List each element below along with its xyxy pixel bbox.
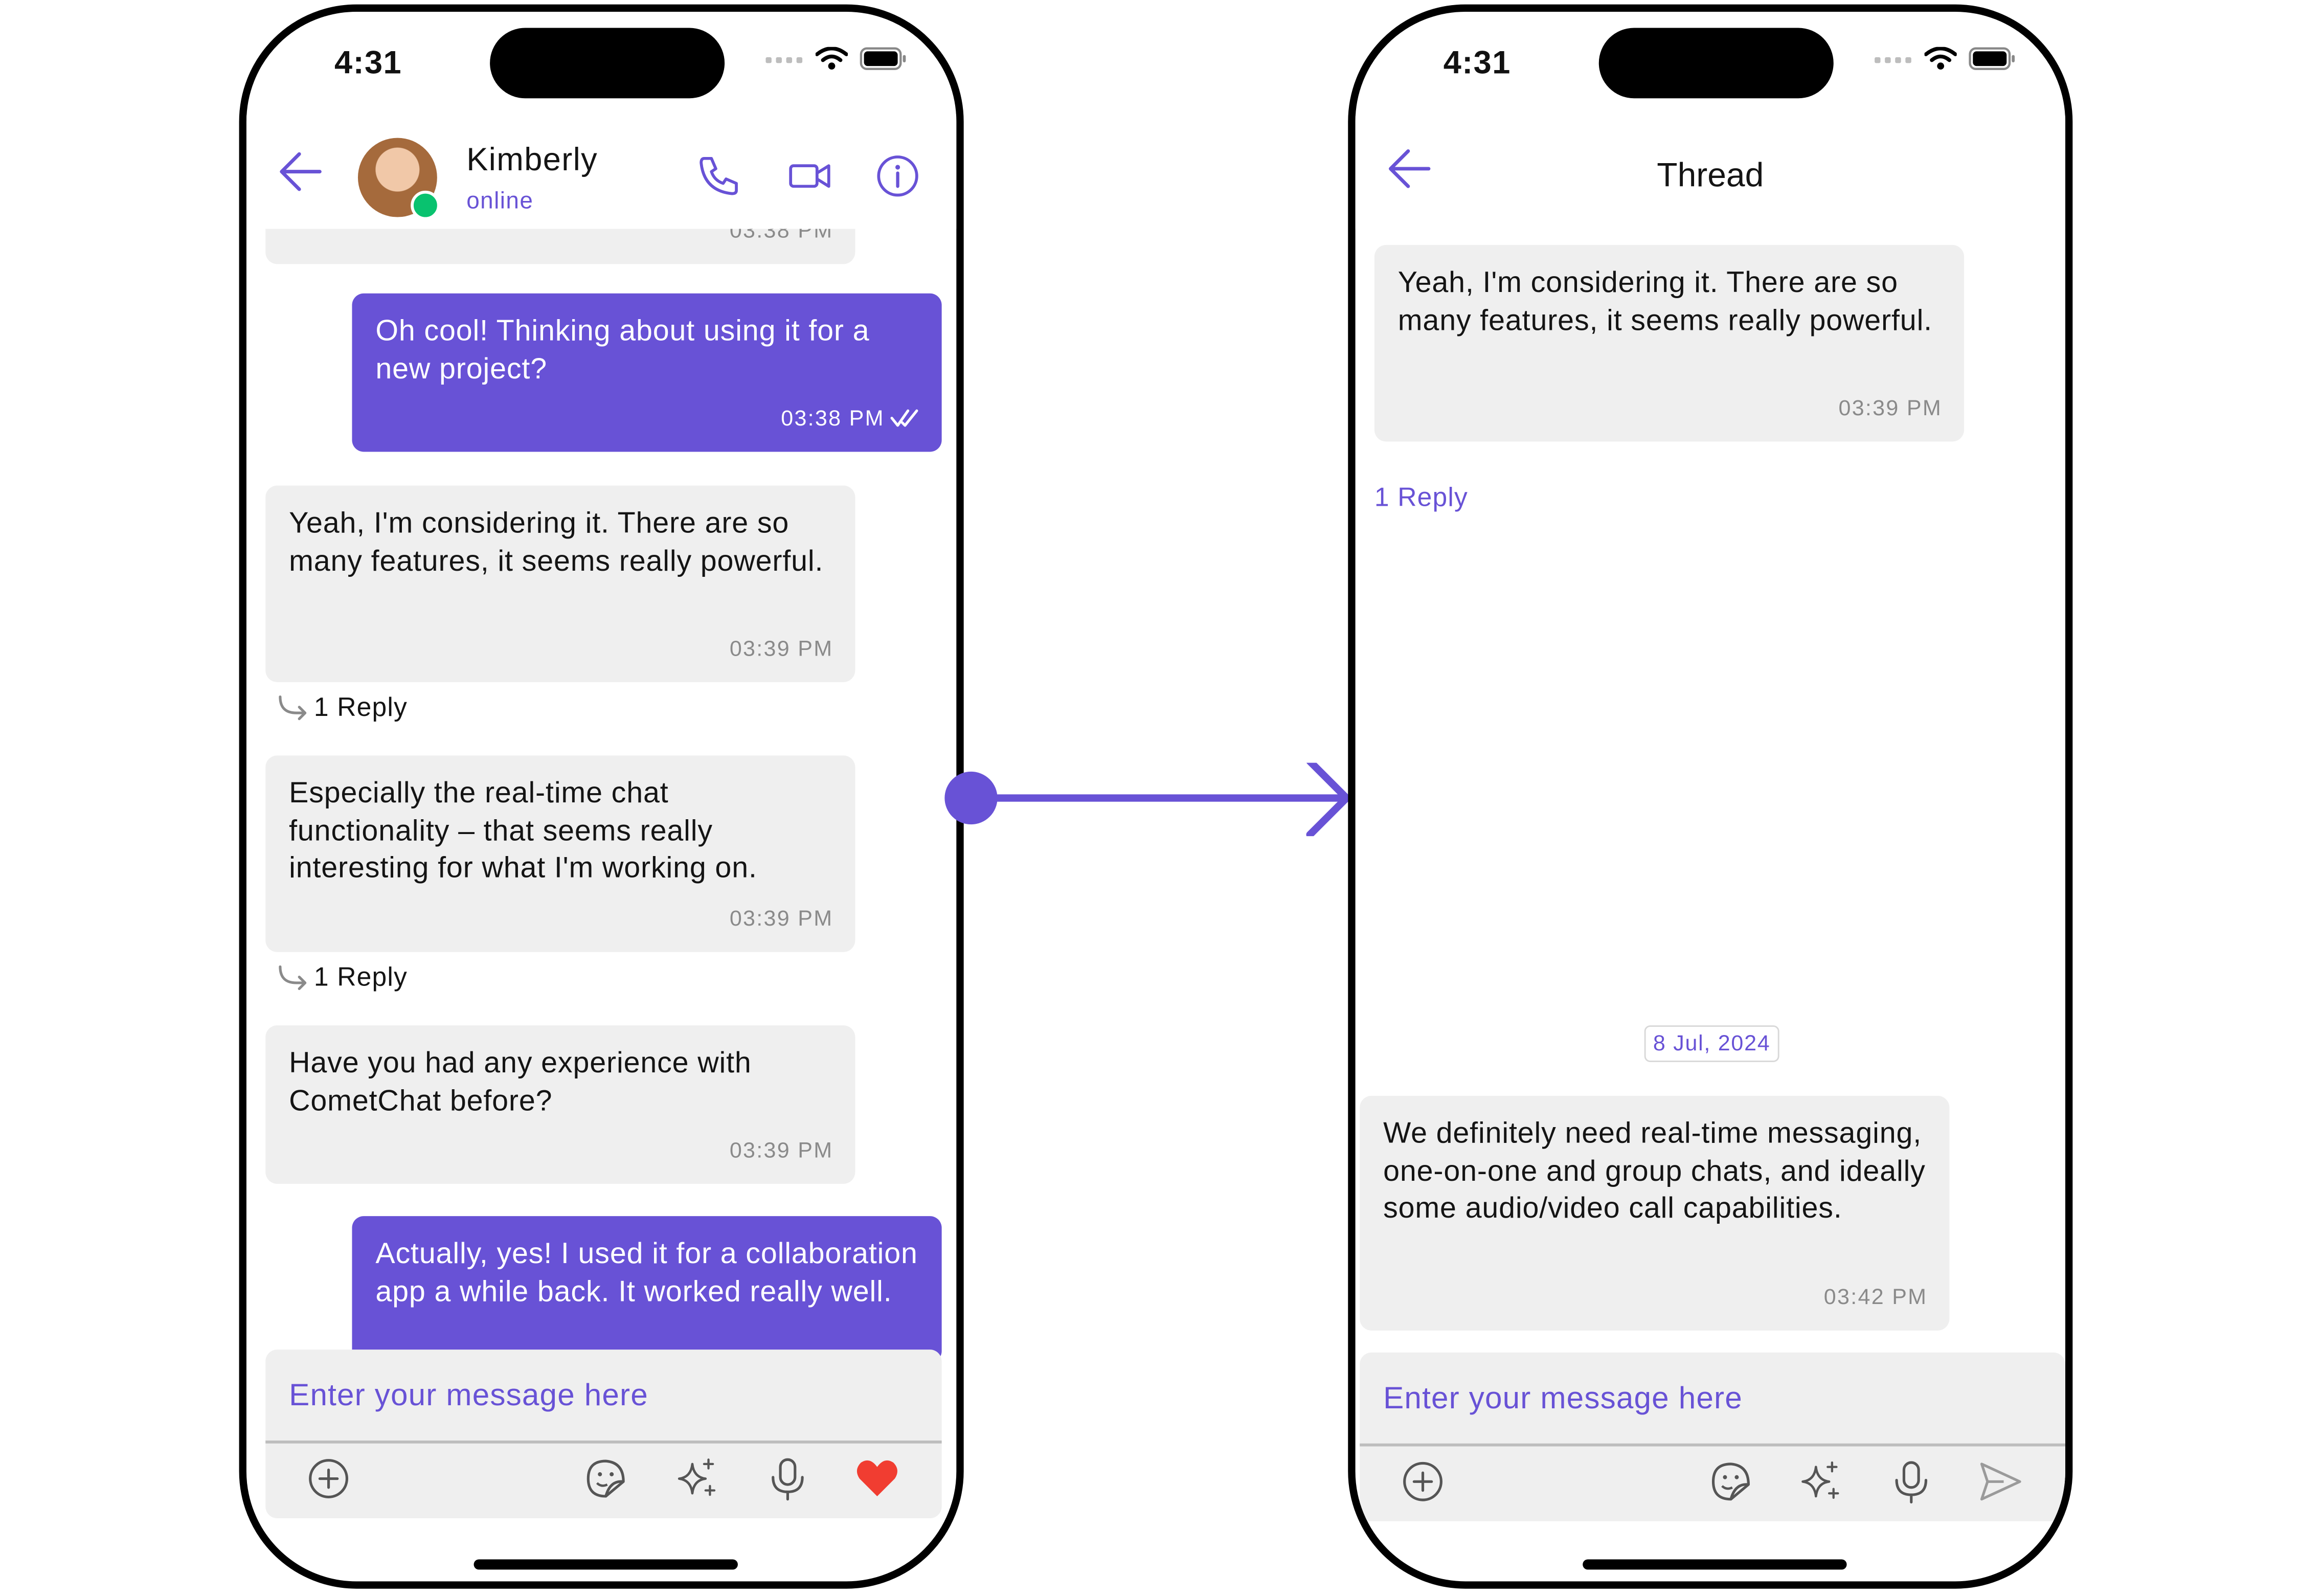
microphone-icon[interactable] [1888,1458,1935,1505]
message-time: 03:39 PM [1838,395,1943,420]
signal-icon [765,57,803,63]
message-text: Yeah, I'm considering it. There are so m… [1397,267,1933,337]
message-time: 03:39 PM [729,1137,833,1163]
date-separator: 8 Jul, 2024 [1644,1025,1779,1062]
thread-reply-count: 1 Reply [1374,482,1469,512]
phone-icon[interactable] [695,152,742,199]
status-time: 4:31 [1443,44,1511,81]
online-status-dot [411,190,440,220]
reply-count: 1 Reply [313,962,408,992]
back-arrow-icon[interactable] [276,147,326,197]
message-text: Especially the real-time chat functional… [289,777,757,885]
message-text: Have you had any experience with CometCh… [289,1047,752,1117]
signal-icon [1875,57,1911,63]
plus-circle-icon[interactable] [305,1455,352,1502]
message-bubble-outgoing[interactable]: Actually, yes! I used it for a collabora… [352,1216,942,1363]
wifi-icon [815,47,848,70]
phone-thread: 4:31 Thread Yeah, I'm considering it. Th… [1348,4,2073,1589]
status-icons [765,47,906,71]
battery-icon [1969,47,2015,70]
message-bubble-outgoing[interactable]: Oh cool! Thinking about using it for a n… [352,293,942,452]
thread-title: Thread [1657,155,1764,194]
thread-reply-link[interactable]: 1 Reply [276,692,408,723]
sparkle-icon[interactable] [673,1455,720,1502]
message-time: 03:38 PM [781,406,885,431]
scene: 4:31 03:38 PM Kimberly online Oh cool! T… [0,0,2300,1596]
message-time: 03:39 PM [729,636,833,661]
composer-divider [265,1440,942,1444]
chat-header: Kimberly online [246,114,957,229]
dynamic-island [1598,28,1834,99]
message-time: 03:42 PM [1823,1284,1928,1310]
message-text: Yeah, I'm considering it. There are so m… [289,507,824,577]
heart-icon[interactable] [854,1455,901,1502]
send-icon[interactable] [1977,1458,2024,1505]
message-text: Actually, yes! I used it for a collabora… [375,1238,918,1308]
reply-message-bubble[interactable]: We definitely need real-time messaging, … [1360,1095,1950,1331]
microphone-icon[interactable] [764,1455,811,1502]
home-indicator [1583,1559,1847,1570]
thread-header: Thread [1355,114,2065,229]
reply-arrow-icon [279,694,307,720]
composer-divider [1360,1443,2065,1447]
message-composer: Enter your message here [1360,1352,2065,1521]
parent-message-bubble[interactable]: Yeah, I'm considering it. There are so m… [1374,245,1965,442]
contact-status: online [466,189,534,214]
message-text: Oh cool! Thinking about using it for a n… [375,315,870,386]
double-check-icon [890,410,918,428]
message-text: We definitely need real-time messaging, … [1383,1117,1926,1225]
message-bubble-incoming[interactable]: Have you had any experience with CometCh… [265,1025,855,1184]
message-bubble-incoming[interactable]: Yeah, I'm considering it. There are so m… [265,485,855,682]
status-time: 4:31 [334,44,402,81]
message-bubble-incoming[interactable]: Especially the real-time chat functional… [265,755,855,952]
home-indicator [473,1559,738,1570]
reply-arrow-icon [279,964,307,990]
battery-icon [860,47,906,70]
contact-name: Kimberly [466,141,598,178]
reply-count: 1 Reply [313,692,408,722]
message-input[interactable]: Enter your message here [1383,1382,1743,1417]
wifi-icon [1924,47,1957,70]
plus-circle-icon[interactable] [1400,1458,1447,1505]
thread-reply-link[interactable]: 1 Reply [276,962,408,993]
message-meta: 03:38 PM [781,400,919,437]
video-camera-icon[interactable] [786,152,833,199]
status-icons [1875,47,2015,71]
sticker-icon[interactable] [1707,1458,1754,1505]
message-composer: Enter your message here [265,1350,942,1519]
info-icon[interactable] [874,152,921,199]
sparkle-icon[interactable] [1797,1458,1844,1505]
flow-arrow [944,762,1350,837]
message-input[interactable]: Enter your message here [289,1379,648,1414]
sticker-icon[interactable] [582,1455,629,1502]
dynamic-island [490,28,725,99]
phone-chat: 4:31 03:38 PM Kimberly online Oh cool! T… [239,4,964,1589]
message-time: 03:39 PM [729,906,833,931]
